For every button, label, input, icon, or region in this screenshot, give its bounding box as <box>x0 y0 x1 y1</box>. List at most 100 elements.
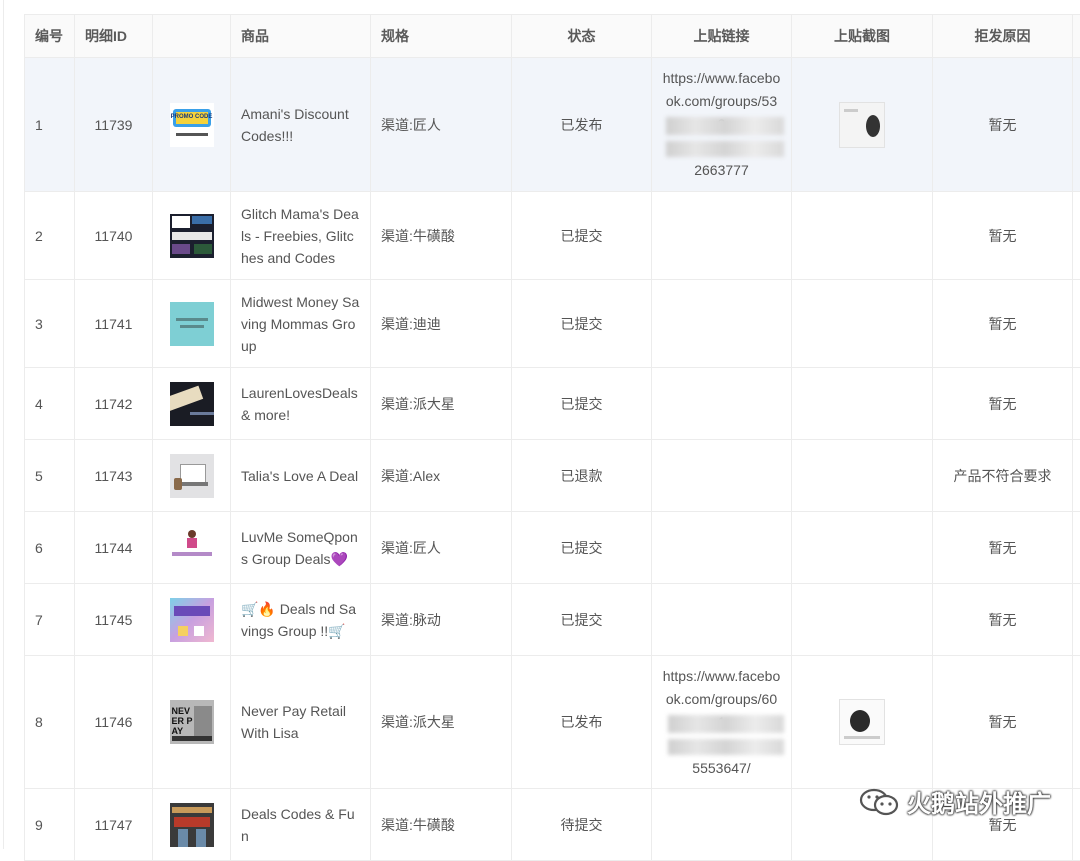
row-spec: 渠道:匠人 <box>371 58 512 192</box>
table-row[interactable]: 4 11742 LaurenLovesDeals & more! 渠道:派大星 … <box>25 368 1080 440</box>
product-thumbnail[interactable] <box>170 803 214 847</box>
row-reject-reason: 暂无 <box>933 584 1073 656</box>
product-thumbnail[interactable] <box>170 526 214 570</box>
row-reject-reason: 暂无 <box>933 192 1073 280</box>
row-reject-reason: 产品不符合要求 <box>933 440 1073 512</box>
row-status: 已提交 <box>512 280 652 368</box>
row-num: 4 <box>25 368 75 440</box>
row-num: 1 <box>25 58 75 192</box>
table-row[interactable]: 7 11745 🛒🔥 Deals nd Savings Group !!🛒 渠道… <box>25 584 1080 656</box>
row-reject-reason: 暂无 <box>933 656 1073 789</box>
wechat-icon <box>859 787 901 817</box>
table-row[interactable]: 5 11743 Talia's Love A Deal 渠道:Alex 已退款 … <box>25 440 1080 512</box>
table-row[interactable]: 8 11746 NEVER PAY Never Pay Retail With … <box>25 656 1080 789</box>
row-detail-id: 11739 <box>75 58 153 192</box>
watermark-text: 火鹅站外推广 <box>907 784 1051 819</box>
row-num: 8 <box>25 656 75 789</box>
product-thumbnail[interactable] <box>170 454 214 498</box>
row-num: 3 <box>25 280 75 368</box>
header-image <box>153 15 231 58</box>
row-screenshot-cell <box>792 656 933 789</box>
row-screenshot-cell <box>792 280 933 368</box>
row-extra <box>1073 440 1080 512</box>
row-reject-reason: 暂无 <box>933 280 1073 368</box>
row-status: 已提交 <box>512 368 652 440</box>
row-reject-reason: 暂无 <box>933 512 1073 584</box>
product-thumbnail[interactable] <box>170 302 214 346</box>
row-product: Midwest Money Saving Mommas Group <box>231 280 371 368</box>
post-screenshot[interactable] <box>839 699 885 745</box>
row-status: 已发布 <box>512 656 652 789</box>
row-screenshot-cell <box>792 58 933 192</box>
row-num: 6 <box>25 512 75 584</box>
row-thumbnail-cell <box>153 584 231 656</box>
product-thumbnail[interactable]: NEVER PAY <box>170 700 214 744</box>
post-link[interactable]: https://www.facebook.com/groups/601 5553… <box>662 665 781 780</box>
table-row[interactable]: 3 11741 Midwest Money Saving Mommas Grou… <box>25 280 1080 368</box>
row-extra <box>1073 789 1080 861</box>
table-row[interactable]: 1 11739 PROMO CODE Amani's Discount Code… <box>25 58 1080 192</box>
row-thumbnail-cell: PROMO CODE <box>153 58 231 192</box>
watermark: 火鹅站外推广 <box>859 784 1051 819</box>
product-thumbnail[interactable] <box>170 382 214 426</box>
header-detail-id: 明细ID <box>75 15 153 58</box>
row-screenshot-cell <box>792 192 933 280</box>
row-detail-id: 11745 <box>75 584 153 656</box>
row-status: 待提交 <box>512 789 652 861</box>
row-extra <box>1073 368 1080 440</box>
row-reject-reason: 暂无 <box>933 58 1073 192</box>
row-post-link <box>652 368 792 440</box>
post-screenshot[interactable] <box>839 102 885 148</box>
header-reject-reason: 拒发原因 <box>933 15 1073 58</box>
row-product: LaurenLovesDeals & more! <box>231 368 371 440</box>
row-thumbnail-cell <box>153 512 231 584</box>
header-num: 编号 <box>25 15 75 58</box>
row-status: 已退款 <box>512 440 652 512</box>
row-post-link <box>652 512 792 584</box>
row-screenshot-cell <box>792 440 933 512</box>
table-row[interactable]: 6 11744 LuvMe SomeQpons Group Deals💜 渠道:… <box>25 512 1080 584</box>
table-header-row: 编号 明细ID 商品 规格 状态 上贴链接 上贴截图 拒发原因 <box>25 15 1080 58</box>
header-extra <box>1073 15 1080 58</box>
row-num: 2 <box>25 192 75 280</box>
row-extra <box>1073 58 1080 192</box>
page-container: 编号 明细ID 商品 规格 状态 上贴链接 上贴截图 拒发原因 1 11739 … <box>3 0 1080 849</box>
row-product: Glitch Mama's Deals - Freebies, Glitches… <box>231 192 371 280</box>
product-thumbnail[interactable] <box>170 214 214 258</box>
post-link[interactable]: https://www.facebook.com/groups/532 2663… <box>662 67 781 182</box>
row-screenshot-cell <box>792 584 933 656</box>
row-num: 9 <box>25 789 75 861</box>
product-thumbnail[interactable]: PROMO CODE <box>170 103 214 147</box>
row-screenshot-cell <box>792 512 933 584</box>
header-spec: 规格 <box>371 15 512 58</box>
row-post-link <box>652 789 792 861</box>
row-extra <box>1073 280 1080 368</box>
post-link-bottom: 5553647/ <box>662 757 781 780</box>
header-post-link: 上贴链接 <box>652 15 792 58</box>
row-product: LuvMe SomeQpons Group Deals💜 <box>231 512 371 584</box>
row-product: Never Pay Retail With Lisa <box>231 656 371 789</box>
post-link-bottom: 2663777 <box>662 159 781 182</box>
row-num: 7 <box>25 584 75 656</box>
row-extra <box>1073 192 1080 280</box>
row-detail-id: 11741 <box>75 280 153 368</box>
product-thumbnail[interactable] <box>170 598 214 642</box>
header-post-screenshot: 上贴截图 <box>792 15 933 58</box>
row-status: 已提交 <box>512 512 652 584</box>
row-detail-id: 11742 <box>75 368 153 440</box>
row-status: 已发布 <box>512 58 652 192</box>
table-row[interactable]: 2 11740 Glitch Mama's Deals - Freebies, … <box>25 192 1080 280</box>
row-spec: 渠道:派大星 <box>371 656 512 789</box>
row-product: Deals Codes & Fun <box>231 789 371 861</box>
row-num: 5 <box>25 440 75 512</box>
row-post-link-cell: https://www.facebook.com/groups/601 5553… <box>652 656 792 789</box>
row-thumbnail-cell <box>153 192 231 280</box>
row-extra <box>1073 584 1080 656</box>
row-detail-id: 11744 <box>75 512 153 584</box>
row-thumbnail-cell <box>153 789 231 861</box>
thumb-label: NEVER PAY <box>172 706 194 736</box>
row-product: Amani's Discount Codes!!! <box>231 58 371 192</box>
row-extra <box>1073 656 1080 789</box>
row-spec: 渠道:派大星 <box>371 368 512 440</box>
row-thumbnail-cell: NEVER PAY <box>153 656 231 789</box>
